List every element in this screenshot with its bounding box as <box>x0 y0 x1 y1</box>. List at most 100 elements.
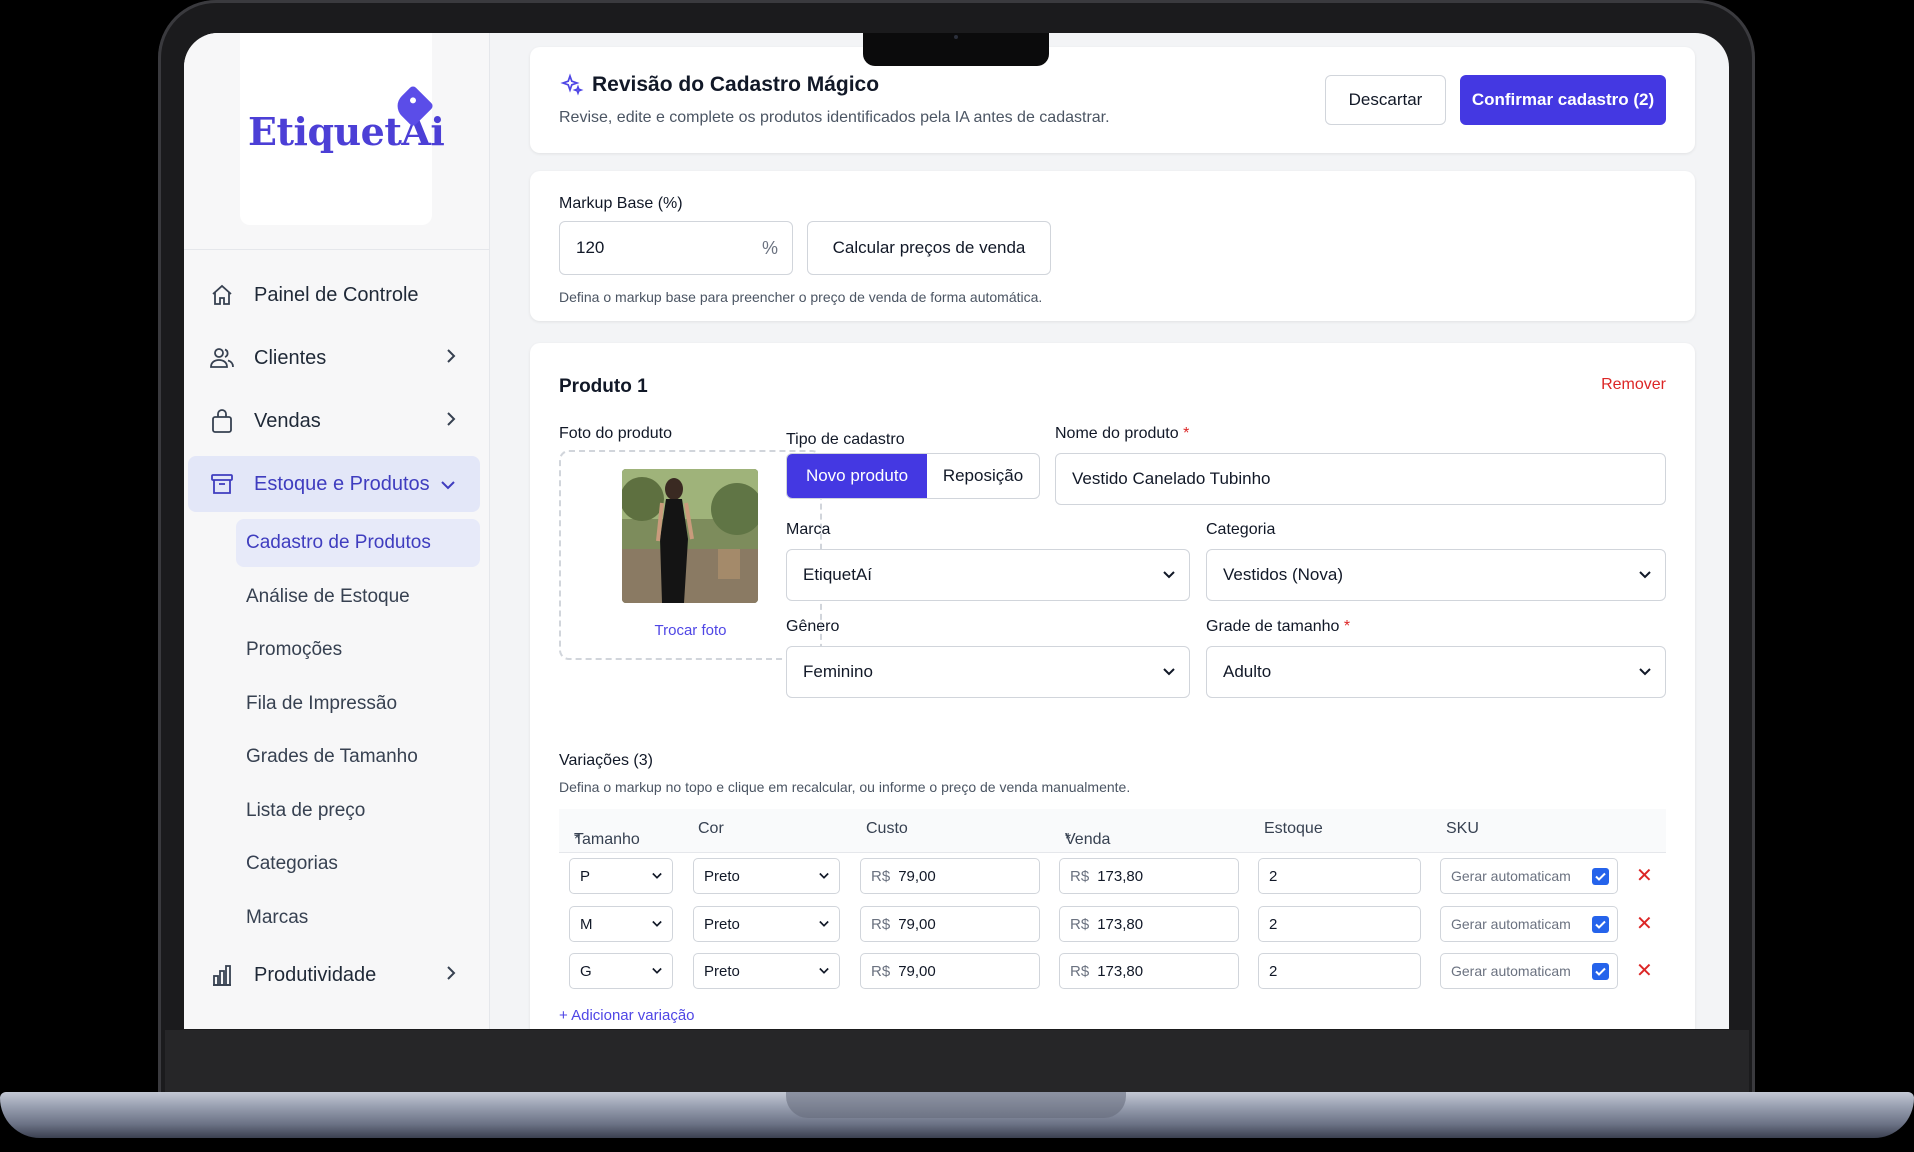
color-value: Preto <box>704 962 740 980</box>
required-mark: * <box>1343 618 1351 635</box>
discard-button[interactable]: Descartar <box>1325 75 1446 125</box>
sidebar-subitem-promotions[interactable]: Promoções <box>236 626 480 674</box>
sidebar-item-inventory[interactable]: Estoque e Produtos <box>188 456 480 512</box>
change-photo-link[interactable]: Trocar foto <box>561 622 820 639</box>
size-select[interactable]: M <box>569 906 673 942</box>
home-icon <box>208 281 236 309</box>
calculate-prices-button[interactable]: Calcular preços de venda <box>807 221 1051 275</box>
photo-dropzone[interactable]: Trocar foto <box>559 450 822 660</box>
gender-value: Feminino <box>803 662 873 681</box>
archive-icon <box>208 470 236 498</box>
color-select[interactable]: Preto <box>693 953 840 989</box>
variations-title: Variações (3) <box>559 752 653 769</box>
currency-prefix: R$ <box>1070 915 1090 933</box>
delete-variation-icon[interactable]: ✕ <box>1636 958 1653 983</box>
sku-input[interactable]: Gerar automaticam <box>1440 858 1618 894</box>
variations-table-header: Tamanho * Cor Custo Venda * Estoque SKU <box>559 809 1666 853</box>
category-label: Categoria <box>1206 521 1276 538</box>
sidebar-item-sales[interactable]: Vendas <box>188 393 480 449</box>
size-value: P <box>580 867 591 885</box>
sidebar: EtiquetAi Painel de Controle Clientes Ve… <box>184 33 490 1029</box>
product-name-input[interactable]: Vestido Canelado Tubinho <box>1055 453 1666 505</box>
remove-product-link[interactable]: Remover <box>1601 376 1666 394</box>
sidebar-item-productivity[interactable]: Produtividade <box>188 947 480 1003</box>
category-select[interactable]: Vestidos (Nova) <box>1206 549 1666 601</box>
auto-sku-checkbox[interactable] <box>1592 963 1609 980</box>
color-select[interactable]: Preto <box>693 906 840 942</box>
currency-prefix: R$ <box>871 867 891 885</box>
stock-input[interactable]: 2 <box>1258 953 1421 989</box>
sale-price-input[interactable]: R$ 173,80 <box>1059 906 1239 942</box>
auto-sku-checkbox[interactable] <box>1592 868 1609 885</box>
bag-icon <box>208 407 236 435</box>
sidebar-subitem-product-registration[interactable]: Cadastro de Produtos <box>236 519 480 567</box>
delete-variation-icon[interactable]: ✕ <box>1636 863 1653 888</box>
col-color: Cor <box>698 820 724 837</box>
sidebar-subitem-price-list[interactable]: Lista de preço <box>236 787 480 835</box>
variations-hint: Defina o markup no topo e clique em reca… <box>559 779 1131 795</box>
sidebar-item-clients[interactable]: Clientes <box>188 330 480 386</box>
add-variation-link[interactable]: + Adicionar variação <box>559 1007 695 1024</box>
sale-value: 173,80 <box>1097 867 1144 885</box>
sale-value: 173,80 <box>1097 962 1144 980</box>
col-stock: Estoque <box>1264 820 1323 837</box>
gender-select[interactable]: Feminino <box>786 646 1190 698</box>
cost-input[interactable]: R$ 79,00 <box>860 906 1040 942</box>
product-name-label: Nome do produto * <box>1055 425 1189 443</box>
markup-label: Markup Base (%) <box>559 195 683 212</box>
markup-input[interactable]: 120 % <box>559 221 793 275</box>
sku-placeholder: Gerar automaticam <box>1451 868 1571 884</box>
sale-price-input[interactable]: R$ 173,80 <box>1059 858 1239 894</box>
sidebar-divider <box>184 249 490 250</box>
size-grid-value: Adulto <box>1223 662 1272 681</box>
required-mark: * <box>1183 425 1190 442</box>
color-select[interactable]: Preto <box>693 858 840 894</box>
brand-select[interactable]: EtiquetAí <box>786 549 1190 601</box>
chevron-down-icon <box>819 967 829 974</box>
size-grid-select[interactable]: Adulto <box>1206 646 1666 698</box>
color-value: Preto <box>704 867 740 885</box>
chevron-down-icon <box>1639 668 1651 676</box>
sidebar-subitem-print-queue[interactable]: Fila de Impressão <box>236 680 480 728</box>
size-select[interactable]: G <box>569 953 673 989</box>
size-value: M <box>580 915 593 933</box>
cost-value: 79,00 <box>898 867 936 885</box>
currency-prefix: R$ <box>871 962 891 980</box>
laptop-base-notch <box>786 1092 1126 1118</box>
stock-input[interactable]: 2 <box>1258 858 1421 894</box>
sku-placeholder: Gerar automaticam <box>1451 963 1571 979</box>
review-header: Revisão do Cadastro Mágico Revise, edite… <box>530 47 1695 153</box>
delete-variation-icon[interactable]: ✕ <box>1636 911 1653 936</box>
sidebar-subitem-brands[interactable]: Marcas <box>236 894 480 942</box>
bar-chart-icon <box>208 961 236 989</box>
size-select[interactable]: P <box>569 858 673 894</box>
markup-card: Markup Base (%) 120 % Calcular preços de… <box>530 171 1695 321</box>
laptop-chin <box>165 1030 1749 1098</box>
cost-input[interactable]: R$ 79,00 <box>860 953 1040 989</box>
required-mark: * <box>1065 831 1072 848</box>
sparkle-icon <box>560 73 584 97</box>
auto-sku-checkbox[interactable] <box>1592 916 1609 933</box>
percent-suffix: % <box>761 237 778 258</box>
sidebar-subitem-size-grids[interactable]: Grades de Tamanho <box>236 733 480 781</box>
new-product-option[interactable]: Novo produto <box>787 454 927 498</box>
sale-value: 173,80 <box>1097 915 1144 933</box>
chevron-down-icon <box>440 474 456 495</box>
sidebar-subitem-stock-analysis[interactable]: Análise de Estoque <box>236 573 480 621</box>
restock-option[interactable]: Reposição <box>927 454 1039 498</box>
col-sku: SKU <box>1446 820 1479 837</box>
sku-input[interactable]: Gerar automaticam <box>1440 953 1618 989</box>
col-cost: Custo <box>866 820 908 837</box>
sku-input[interactable]: Gerar automaticam <box>1440 906 1618 942</box>
chevron-down-icon <box>652 920 662 927</box>
cost-input[interactable]: R$ 79,00 <box>860 858 1040 894</box>
sidebar-item-label: Produtividade <box>254 963 377 986</box>
sidebar-subitem-categories[interactable]: Categorias <box>236 840 480 888</box>
confirm-registration-button[interactable]: Confirmar cadastro (2) <box>1460 75 1666 125</box>
stock-input[interactable]: 2 <box>1258 906 1421 942</box>
photo-label: Foto do produto <box>559 425 672 442</box>
product-photo <box>622 469 758 603</box>
page-subtitle: Revise, edite e complete os produtos ide… <box>559 109 1110 126</box>
sidebar-item-dashboard[interactable]: Painel de Controle <box>188 267 480 323</box>
sale-price-input[interactable]: R$ 173,80 <box>1059 953 1239 989</box>
